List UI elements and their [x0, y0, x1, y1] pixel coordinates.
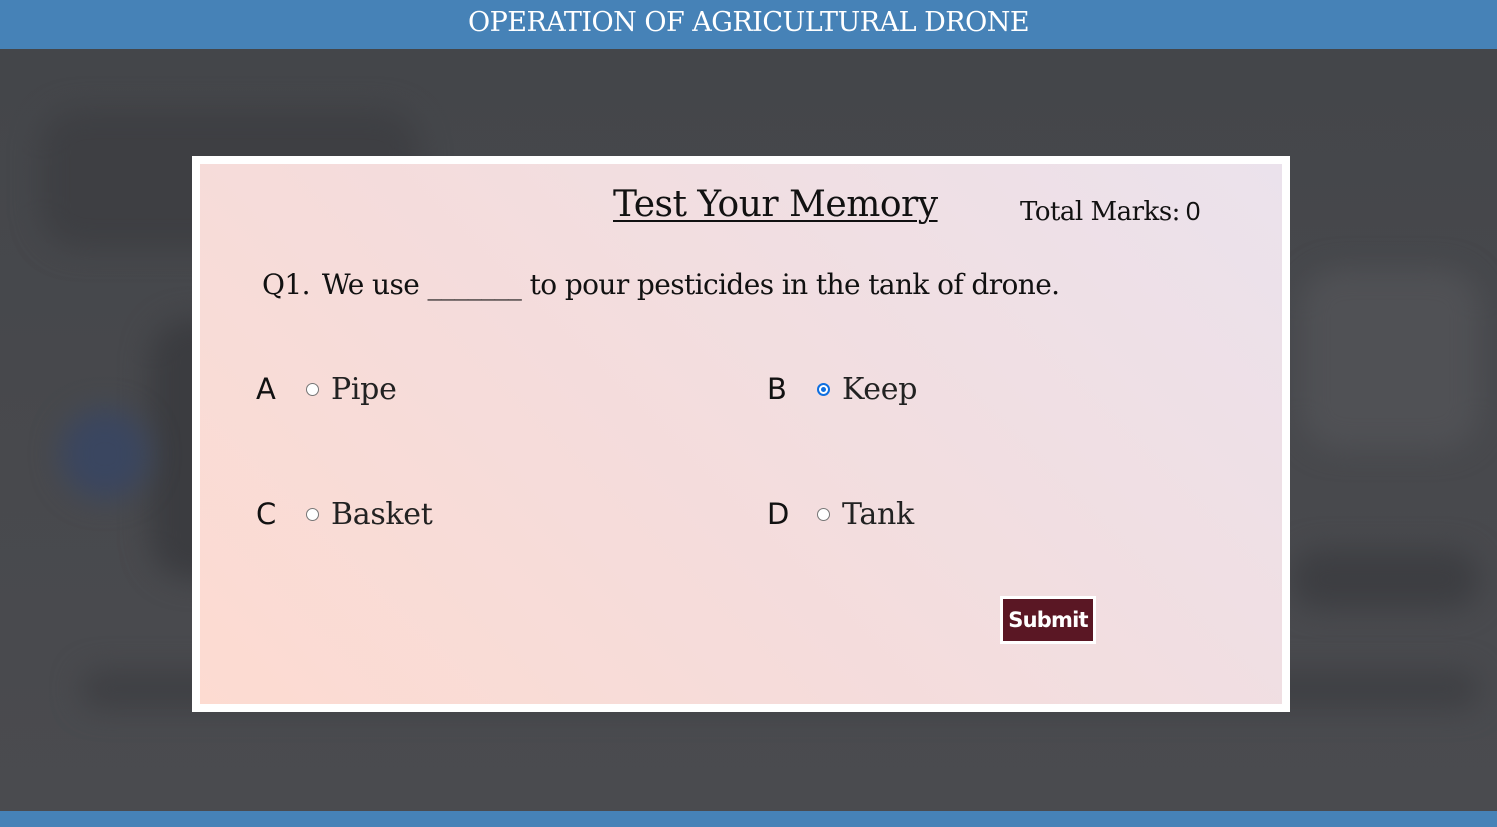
background-shape: [60, 409, 150, 499]
submit-button[interactable]: Submit: [1003, 599, 1093, 641]
option-label[interactable]: Keep: [842, 372, 917, 407]
option-label[interactable]: Basket: [331, 497, 433, 532]
total-marks-value: 0: [1185, 196, 1200, 226]
option-label[interactable]: Pipe: [331, 372, 397, 407]
question-number: Q1.: [262, 268, 310, 301]
option-c-radio[interactable]: [306, 507, 319, 521]
option-label[interactable]: Tank: [842, 497, 914, 532]
total-marks-label: Total Marks:: [1020, 197, 1180, 227]
option-d-radio[interactable]: [817, 507, 830, 521]
page-title: OPERATION OF AGRICULTURAL DRONE: [467, 7, 1030, 38]
option-letter: A: [256, 372, 276, 406]
option-letter: D: [767, 497, 790, 531]
page-footer: [0, 811, 1497, 827]
page-header: OPERATION OF AGRICULTURAL DRONE: [0, 0, 1497, 49]
option-a[interactable]: A Pipe: [256, 369, 397, 409]
question: Q1. We use _______ to pour pesticides in …: [262, 268, 1060, 301]
option-b-radio[interactable]: [817, 382, 830, 396]
option-a-radio[interactable]: [306, 382, 319, 396]
question-text: We use _______ to pour pesticides in the…: [321, 268, 1060, 301]
background-shape: [1290, 549, 1480, 609]
total-marks: Total Marks: 0: [1020, 196, 1200, 227]
background-shape: [1300, 269, 1480, 449]
quiz-title: Test Your Memory: [613, 184, 938, 225]
option-c[interactable]: C Basket: [256, 494, 433, 534]
quiz-modal: Test Your Memory Total Marks: 0 Q1. We use…: [192, 156, 1290, 712]
submit-button-frame: Submit: [1000, 596, 1096, 644]
option-d[interactable]: D Tank: [767, 494, 914, 534]
option-letter: C: [256, 497, 277, 531]
quiz-panel: Test Your Memory Total Marks: 0 Q1. We use…: [200, 164, 1282, 704]
option-letter: B: [767, 372, 787, 406]
option-b[interactable]: B Keep: [767, 369, 917, 409]
